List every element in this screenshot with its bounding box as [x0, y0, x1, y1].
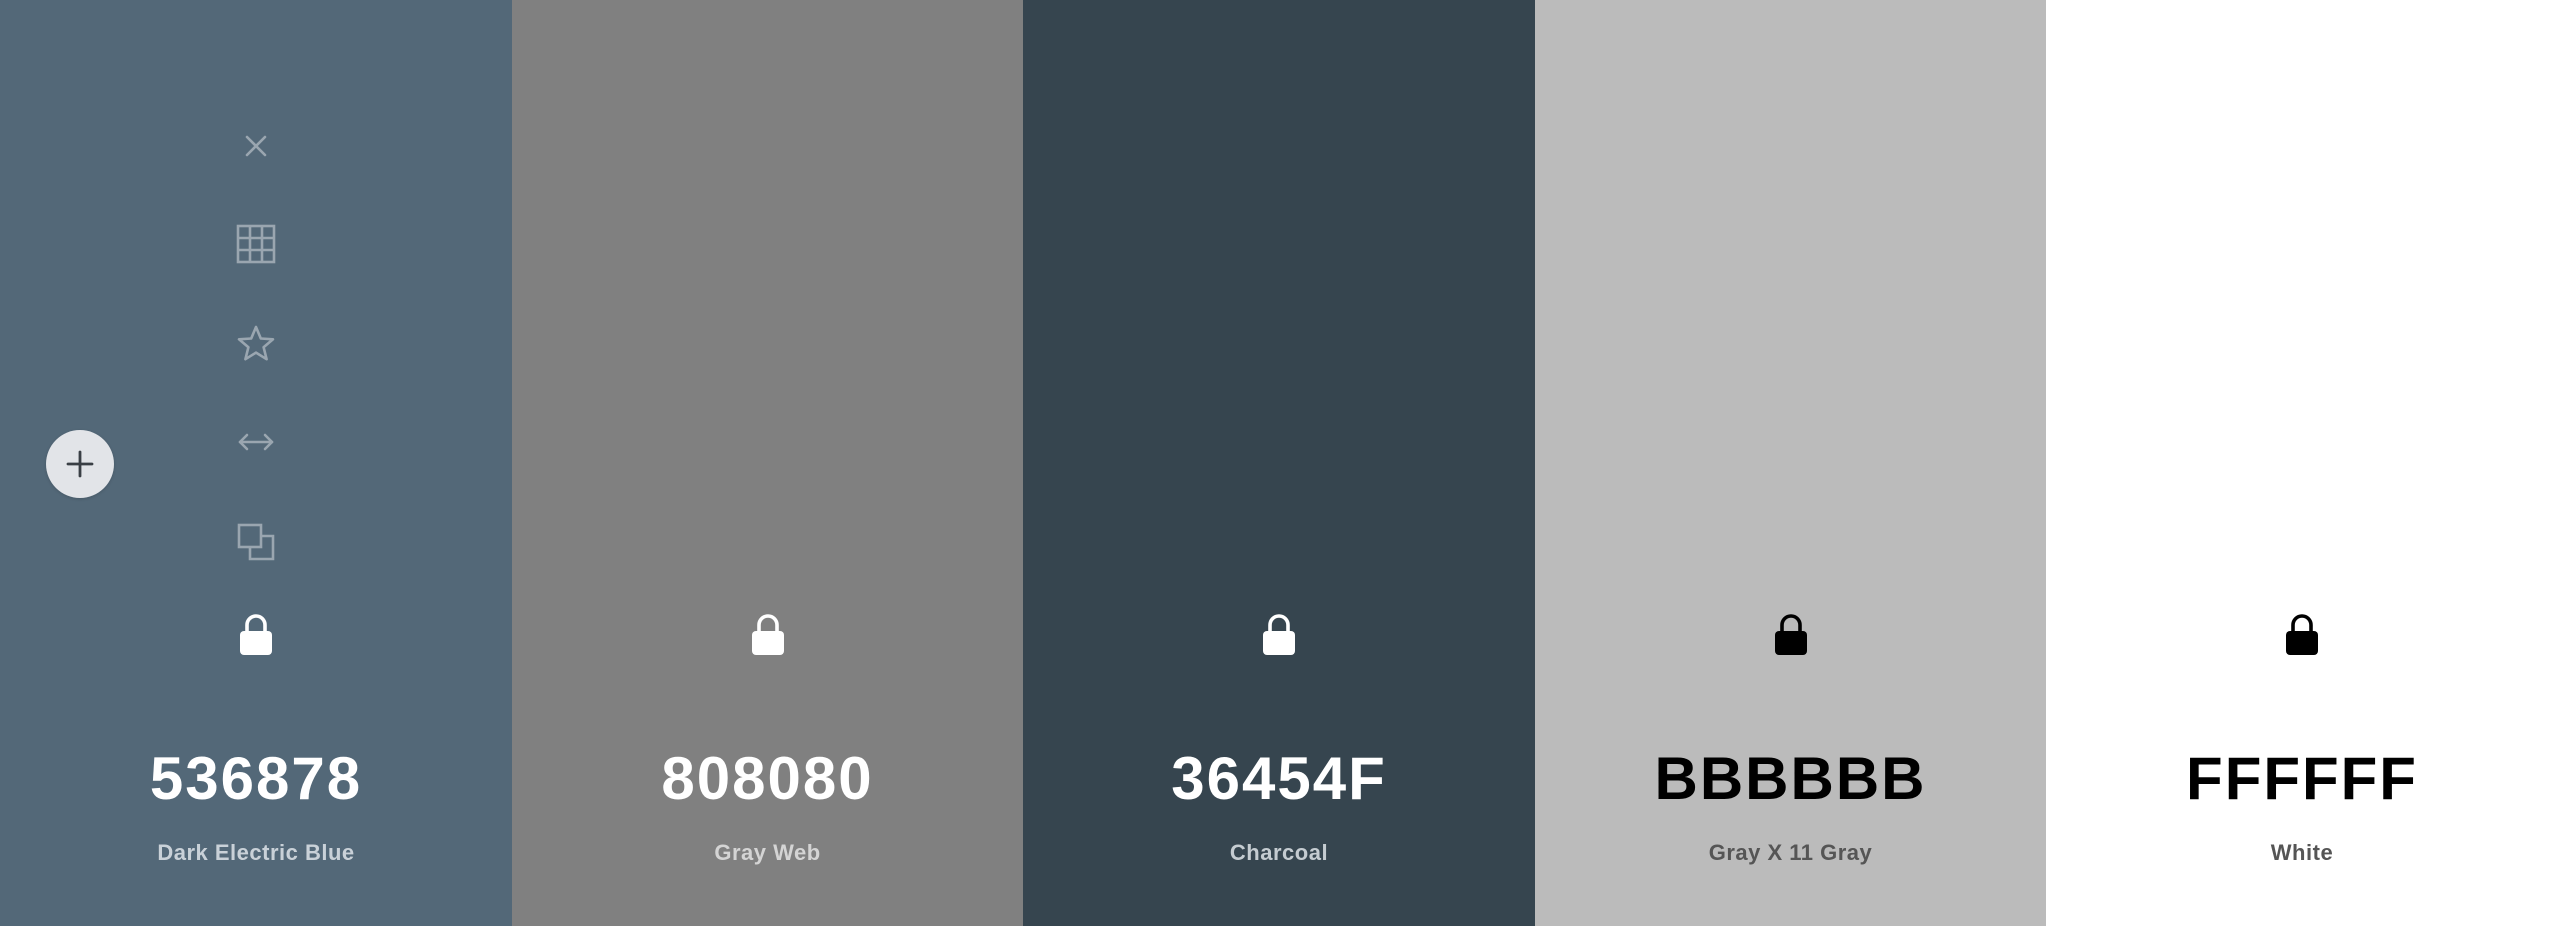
close-icon[interactable]	[236, 126, 276, 166]
arrows-horizontal-icon[interactable]	[236, 422, 276, 462]
color-name[interactable]: Gray X 11 Gray	[1535, 840, 2046, 866]
grid-icon[interactable]	[236, 224, 276, 264]
lock-icon[interactable]	[2282, 612, 2322, 655]
lock-icon[interactable]	[748, 612, 788, 655]
plus-icon	[66, 450, 94, 478]
color-hex[interactable]: 536878	[0, 744, 512, 813]
color-name[interactable]: Dark Electric Blue	[0, 840, 512, 866]
copy-icon[interactable]	[236, 522, 276, 562]
swatch-white[interactable]: FFFFFF White	[2046, 0, 2558, 926]
color-name[interactable]: Gray Web	[512, 840, 1023, 866]
color-name[interactable]: White	[2046, 840, 2558, 866]
color-hex[interactable]: 808080	[512, 744, 1023, 813]
color-palette: 536878 Dark Electric Blue 808080 Gray We…	[0, 0, 2560, 926]
color-hex[interactable]: 36454F	[1023, 744, 1535, 813]
color-name[interactable]: Charcoal	[1023, 840, 1535, 866]
lock-icon[interactable]	[1259, 612, 1299, 655]
color-hex[interactable]: BBBBBB	[1535, 744, 2046, 813]
star-icon[interactable]	[236, 324, 276, 364]
lock-icon[interactable]	[1771, 612, 1811, 655]
add-color-button[interactable]	[46, 430, 114, 498]
lock-icon[interactable]	[236, 612, 276, 655]
swatch-gray-x11-gray[interactable]: BBBBBB Gray X 11 Gray	[1535, 0, 2046, 926]
swatch-toolbar	[0, 0, 512, 700]
color-hex[interactable]: FFFFFF	[2046, 744, 2558, 813]
swatch-gray-web[interactable]: 808080 Gray Web	[512, 0, 1023, 926]
swatch-charcoal[interactable]: 36454F Charcoal	[1023, 0, 1535, 926]
